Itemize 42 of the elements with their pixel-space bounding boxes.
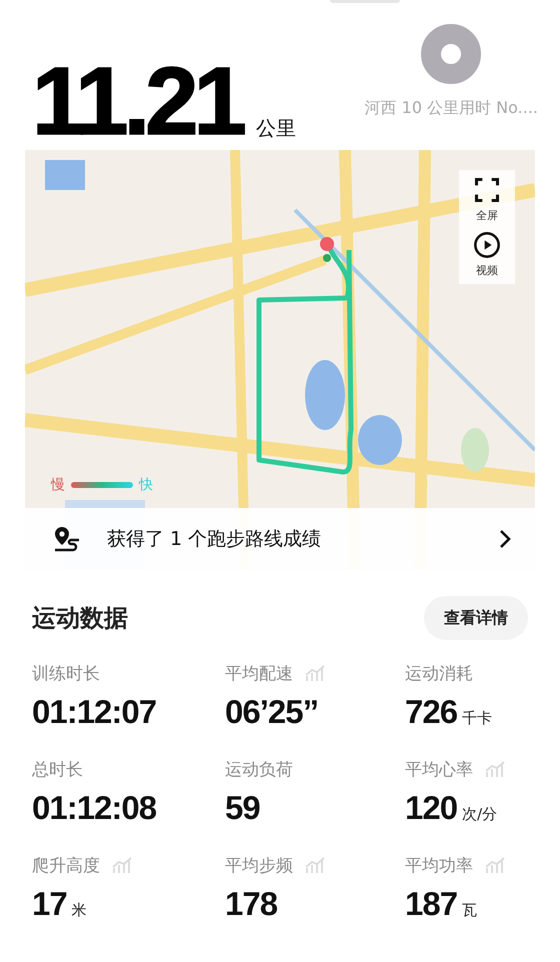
metric-value: 01:12:07 (32, 692, 156, 732)
metric-label: 运动消耗 (405, 662, 473, 684)
trend-chart-icon[interactable] (485, 856, 505, 874)
fast-label: 快 (139, 476, 153, 494)
metric-unit: 次/分 (462, 805, 498, 824)
metric-unit: 瓦 (462, 901, 478, 920)
metric-label: 平均配速 (225, 662, 293, 684)
trend-chart-icon[interactable] (305, 856, 325, 874)
metric-label: 总时长 (32, 758, 83, 780)
distance-value: 11.21 (32, 60, 244, 144)
metric-label: 平均心率 (405, 758, 473, 780)
metric-label: 平均步频 (225, 854, 293, 876)
metric-label: 平均功率 (405, 854, 473, 876)
ring-icon[interactable] (421, 24, 482, 84)
metric-unit: 千卡 (462, 709, 492, 728)
trend-chart-icon[interactable] (305, 664, 325, 682)
achievement-bar[interactable]: 获得了 1 个跑步路线成绩 (25, 508, 535, 570)
achievement-text: 获得了 1 个跑步路线成绩 (107, 527, 322, 552)
play-icon (473, 231, 501, 259)
fullscreen-icon (473, 176, 501, 204)
metric-value: 59 (225, 788, 260, 828)
metric-value: 726 (405, 692, 458, 732)
metric-value: 06’25” (225, 692, 318, 732)
trend-chart-icon[interactable] (485, 760, 505, 778)
metric-unit: 米 (72, 901, 87, 920)
details-button[interactable]: 查看详情 (424, 596, 528, 640)
trend-chart-icon[interactable] (112, 856, 132, 874)
speed-gradient (71, 482, 133, 488)
metric-label: 运动负荷 (225, 758, 293, 780)
fullscreen-button[interactable]: 全屏 (459, 176, 515, 223)
metric-value: 187 (405, 884, 458, 924)
metric-value: 120 (405, 788, 458, 828)
chevron-right-icon (499, 529, 511, 549)
metric-value: 17 (32, 884, 67, 924)
section-title: 运动数据 (32, 603, 128, 634)
slow-label: 慢 (51, 476, 65, 494)
metric-label: 爬升高度 (32, 854, 100, 876)
distance-unit: 公里 (256, 115, 296, 142)
metric-value: 178 (225, 884, 278, 924)
video-button[interactable]: 视频 (459, 231, 515, 278)
metric-value: 01:12:08 (32, 788, 156, 828)
metric-label: 训练时长 (32, 662, 100, 684)
